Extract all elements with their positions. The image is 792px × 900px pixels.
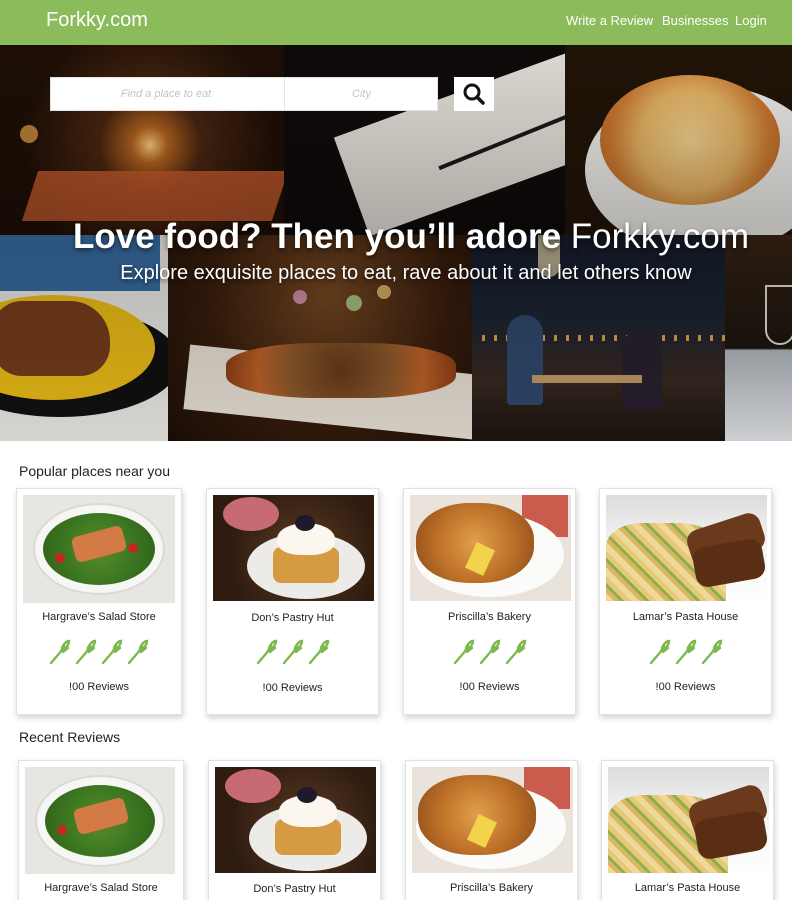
nav-login-link[interactable]: Login: [735, 13, 767, 28]
review-count-link[interactable]: !00 Reviews: [404, 681, 575, 693]
place-name[interactable]: Don’s Pastry Hut: [207, 612, 378, 624]
recent-review-card[interactable]: Hargrave’s Salad Store: [18, 760, 184, 900]
hero-headline-brand: Forkky.com: [570, 217, 750, 256]
nav-businesses-link[interactable]: Businesses: [662, 13, 728, 28]
recent-review-card[interactable]: Don’s Pastry Hut: [208, 760, 381, 900]
fork-icon: [308, 639, 330, 670]
place-name[interactable]: Priscilla’s Bakery: [406, 882, 577, 894]
review-count-link[interactable]: !00 Reviews: [17, 681, 181, 693]
place-name[interactable]: Lamar’s Pasta House: [600, 611, 771, 623]
hero-headline: Love food? Then you’ll adore Forkky.com: [0, 217, 792, 257]
review-count-link[interactable]: !00 Reviews: [600, 681, 771, 693]
search-bar: [50, 77, 438, 111]
popular-place-card[interactable]: Lamar’s Pasta House !00 Reviews: [599, 488, 772, 715]
city-search-input[interactable]: [286, 78, 437, 110]
popular-place-card[interactable]: Hargrave’s Salad Store !00 Reviews: [16, 488, 182, 715]
fork-rating: [600, 639, 771, 670]
fried-food-photo: [410, 495, 571, 601]
fork-icon: [75, 639, 97, 670]
place-name[interactable]: Priscilla’s Bakery: [404, 611, 575, 623]
pasta-photo: [608, 767, 769, 873]
fork-rating: [207, 639, 378, 670]
recent-section-title: Recent Reviews: [19, 729, 121, 745]
fork-icon: [701, 639, 723, 670]
popular-section-title: Popular places near you: [19, 463, 170, 479]
popular-place-card[interactable]: Don’s Pastry Hut !00 Reviews: [206, 488, 379, 715]
fork-icon: [282, 639, 304, 670]
salad-photo: [25, 767, 175, 874]
place-name[interactable]: Hargrave’s Salad Store: [19, 882, 183, 894]
review-count-link[interactable]: !00 Reviews: [207, 682, 378, 694]
waffle-photo: [215, 767, 376, 873]
search-icon: [463, 83, 485, 105]
hero-headline-bold: Love food? Then you’ll adore: [72, 217, 562, 256]
fork-icon: [505, 639, 527, 670]
fried-food-photo: [412, 767, 573, 873]
salad-photo: [23, 495, 175, 603]
pasta-photo: [606, 495, 767, 601]
fork-icon: [675, 639, 697, 670]
nav-write-review-link[interactable]: Write a Review: [566, 13, 653, 28]
site-logo[interactable]: Forkky.com: [46, 9, 148, 32]
fork-icon: [101, 639, 123, 670]
place-name[interactable]: Hargrave’s Salad Store: [17, 611, 181, 623]
fork-icon: [453, 639, 475, 670]
recent-review-card[interactable]: Priscilla’s Bakery: [405, 760, 578, 900]
search-divider: [284, 78, 285, 110]
search-button[interactable]: [454, 77, 494, 111]
fork-rating: [404, 639, 575, 670]
hero-subheadline: Explore exquisite places to eat, rave ab…: [120, 262, 692, 284]
place-name[interactable]: Don’s Pastry Hut: [209, 883, 380, 895]
popular-place-card[interactable]: Priscilla’s Bakery !00 Reviews: [403, 488, 576, 715]
place-name[interactable]: Lamar’s Pasta House: [602, 882, 773, 894]
fork-icon: [49, 639, 71, 670]
hero-banner: Love food? Then you’ll adore Forkky.com …: [0, 45, 792, 441]
place-search-input[interactable]: [51, 78, 281, 110]
fork-icon: [127, 639, 149, 670]
fork-rating: [17, 639, 181, 670]
waffle-photo: [213, 495, 374, 601]
recent-review-card[interactable]: Lamar’s Pasta House: [601, 760, 774, 900]
fork-icon: [256, 639, 278, 670]
top-navigation-bar: Forkky.com Write a Review Businesses Log…: [0, 0, 792, 45]
fork-icon: [649, 639, 671, 670]
fork-icon: [479, 639, 501, 670]
